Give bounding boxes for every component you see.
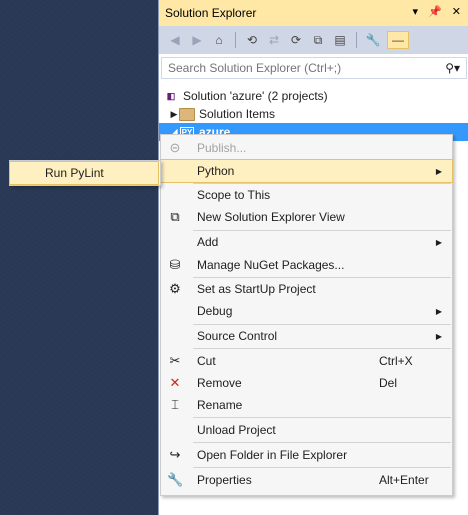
menu-item-cut[interactable]: ✂ Cut Ctrl+X	[161, 350, 452, 372]
ide-background	[0, 0, 158, 515]
dropdown-arrow-icon[interactable]: ▾	[413, 5, 419, 18]
menu-shortcut: Ctrl+X	[379, 354, 413, 368]
nuget-icon: ⛁	[169, 257, 181, 272]
open-folder-arrow-icon: ↪	[169, 447, 181, 462]
collapse-all-icon[interactable]: ⧉	[310, 32, 326, 48]
gear-icon: ⚙	[169, 281, 181, 296]
close-icon[interactable]: ✕	[452, 5, 461, 18]
menu-label: Publish...	[197, 141, 247, 155]
menu-label: Manage NuGet Packages...	[197, 258, 345, 272]
back-icon[interactable]: ◀	[167, 32, 183, 48]
pin-icon[interactable]: 📌	[428, 5, 442, 18]
publish-icon: ⊝	[169, 140, 181, 155]
context-menu: ⊝ Publish... Python ▶ Scope to This ⧉ Ne…	[160, 134, 453, 496]
remove-x-icon: ✕	[169, 375, 181, 390]
menu-label: Open Folder in File Explorer	[197, 448, 348, 462]
menu-separator	[193, 348, 451, 349]
solution-tree: ◧ Solution 'azure' (2 projects) ▶ Soluti…	[159, 87, 468, 141]
menu-label: Scope to This	[197, 188, 271, 202]
menu-label: Set as StartUp Project	[197, 282, 316, 296]
menu-label: Debug	[197, 304, 233, 318]
tree-item-label: Solution 'azure' (2 projects)	[183, 89, 328, 103]
menu-shortcut: Alt+Enter	[379, 473, 429, 487]
solution-explorer-titlebar: Solution Explorer ▾ 📌 ✕	[159, 0, 468, 26]
menu-separator	[193, 442, 451, 443]
menu-label: Remove	[197, 376, 242, 390]
folder-icon	[179, 107, 195, 121]
menu-label: Source Control	[197, 329, 278, 343]
history-icon[interactable]: ⟲	[244, 32, 260, 48]
menu-item-unload-project[interactable]: Unload Project	[161, 419, 452, 441]
search-input[interactable]	[168, 61, 418, 75]
menu-separator	[193, 467, 451, 468]
submenu-arrow-icon: ▶	[435, 237, 442, 247]
properties-wrench-icon[interactable]: 🔧	[365, 32, 381, 48]
menu-label: Properties	[197, 473, 252, 487]
submenu-arrow-icon: ▶	[435, 166, 442, 176]
solution-explorer-toolbar: ◀ ▶ ⌂ ⟲ ⇄ ⟳ ⧉ ▤ 🔧 —	[159, 26, 468, 54]
menu-label: Run PyLint	[45, 166, 104, 180]
sync-icon[interactable]: ⇄	[266, 32, 282, 48]
new-view-icon: ⧉	[170, 209, 180, 224]
menu-item-publish[interactable]: ⊝ Publish...	[161, 137, 452, 159]
search-box[interactable]: ⚲▾	[161, 57, 467, 79]
tree-item-solution-items[interactable]: ▶ Solution Items	[159, 105, 468, 123]
menu-item-debug[interactable]: Debug ▶	[161, 300, 452, 322]
refresh-icon[interactable]: ⟳	[288, 32, 304, 48]
menu-label: Unload Project	[197, 423, 276, 437]
forward-icon[interactable]: ▶	[189, 32, 205, 48]
menu-item-remove[interactable]: ✕ Remove Del	[161, 372, 452, 394]
search-icon[interactable]: ⚲▾	[445, 61, 460, 75]
toolbar-separator	[356, 32, 357, 48]
menu-label: Add	[197, 235, 219, 249]
menu-item-rename[interactable]: ⌶ Rename	[161, 394, 452, 416]
toolbar-separator	[235, 32, 236, 48]
menu-item-properties[interactable]: 🔧 Properties Alt+Enter	[161, 469, 452, 491]
menu-item-source-control[interactable]: Source Control ▶	[161, 325, 452, 347]
menu-item-add[interactable]: Add ▶	[161, 231, 452, 253]
tree-item-solution[interactable]: ◧ Solution 'azure' (2 projects)	[159, 87, 468, 105]
menu-label: Cut	[197, 354, 216, 368]
menu-item-open-folder[interactable]: ↪ Open Folder in File Explorer	[161, 444, 452, 466]
menu-item-new-solution-explorer-view[interactable]: ⧉ New Solution Explorer View	[161, 206, 452, 228]
wrench-icon: 🔧	[167, 472, 184, 487]
menu-item-python[interactable]: Python ▶	[160, 159, 453, 183]
tree-item-label: Solution Items	[199, 107, 276, 121]
expand-arrow-icon[interactable]: ▶	[169, 109, 179, 120]
preview-selected-icon[interactable]: —	[387, 31, 409, 49]
submenu-arrow-icon: ▶	[435, 306, 442, 316]
home-icon[interactable]: ⌂	[211, 32, 227, 48]
menu-item-manage-nuget[interactable]: ⛁ Manage NuGet Packages...	[161, 254, 452, 276]
scissors-icon: ✂	[169, 353, 181, 368]
menu-item-scope-to-this[interactable]: Scope to This	[161, 184, 452, 206]
menu-label: Rename	[197, 398, 243, 412]
solution-icon: ◧	[166, 90, 176, 101]
menu-label: Python	[197, 164, 235, 178]
show-all-files-icon[interactable]: ▤	[332, 32, 348, 48]
menu-shortcut: Del	[379, 376, 398, 390]
submenu-arrow-icon: ▶	[435, 331, 442, 341]
menu-item-set-startup[interactable]: ⚙ Set as StartUp Project	[161, 278, 452, 300]
panel-title: Solution Explorer	[165, 6, 257, 20]
menu-separator	[193, 417, 451, 418]
menu-item-run-pylint[interactable]: Run PyLint	[9, 161, 159, 185]
menu-label: New Solution Explorer View	[197, 210, 345, 224]
python-submenu: Run PyLint	[9, 160, 161, 186]
rename-icon: ⌶	[171, 397, 179, 412]
